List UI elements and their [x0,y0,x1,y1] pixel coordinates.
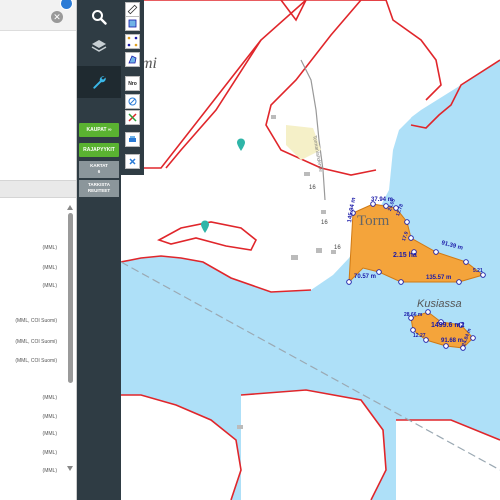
tools-button[interactable] [77,66,121,98]
wrench-icon [93,76,106,89]
measure-tool-strip: Nro [121,0,144,175]
land-area [241,390,386,500]
layers-icon [91,40,107,52]
measurement-label: 91.68 m [441,338,464,344]
source-attribution: (MML) [42,450,57,456]
source-attribution: (MML, COI Suomi) [15,358,57,364]
measurement-label: 135.57 m [426,275,452,281]
tarkista-sub-label: REUITEET [87,188,111,193]
disable-icon [128,97,137,106]
close-icon [129,158,136,165]
results-panel: ✕ (MML) (MML) (MML) (MML, COI Suomi) (MM… [0,0,77,500]
scroll-down-arrow-icon[interactable] [67,466,73,471]
square-icon [128,19,137,28]
move-tool-button[interactable] [125,34,140,49]
kartat-button[interactable]: KARTAT 6 [79,161,119,178]
source-attribution: (MML) [42,395,57,401]
map-canvas[interactable] [121,0,500,500]
measurement-label: 5.21 [473,268,483,274]
tarkista-button[interactable]: TARKISTA REUITEET [79,180,119,197]
measurement-label: 70.57 m [354,274,377,280]
close-tool-button[interactable] [125,154,140,169]
source-attribution: (MML) [42,265,57,271]
print-icon [129,136,136,142]
land-area [396,420,500,500]
source-attribution: (MML, COI Suomi) [15,339,57,345]
panel-divider [0,180,76,198]
house-number: 16 [321,220,328,226]
place-label: Kusiassa [417,298,462,310]
number-tool-button[interactable]: Nro [125,76,140,91]
scroll-up-arrow-icon[interactable] [67,205,73,210]
disable-tool-button[interactable] [125,94,140,109]
land-area [121,395,241,500]
panel-header: ✕ [0,0,76,31]
color-icon [128,113,137,122]
kartat-count: 6 [97,169,101,174]
source-attribution: (MML) [42,431,57,437]
source-attribution: (MML) [42,245,57,251]
scrollbar-thumb[interactable] [68,213,73,383]
kaupat-button[interactable]: KAUPAT ∞ [79,123,119,137]
house-number: 16 [309,185,316,191]
move-icon [127,36,138,47]
source-attribution: (MML, COI Suomi) [15,318,57,324]
polygon-icon [128,55,137,64]
main-toolbar: KAUPAT ∞ RAJAPYYKIT KARTAT 6 TARKISTA RE… [77,0,121,500]
measurement-label: 12.27 [413,333,426,339]
measurement-label: 28.66 m [404,312,423,318]
house-number: 16 [334,245,341,251]
location-pin-icon[interactable] [236,138,246,152]
color-tool-button[interactable] [125,110,140,125]
ruler-icon [127,4,138,15]
parcel-area-label: 1499.6 m2 [431,322,465,329]
rajapyykit-button[interactable]: RAJAPYYKIT [79,143,119,157]
print-tool-button[interactable] [125,132,140,147]
parcel-area-label: 2.15 ha [393,252,417,259]
status-dot-icon [60,0,73,10]
map-view[interactable]: mi Torm Kusiassa Tormanlahdentie 16 16 1… [121,0,500,500]
polygon-tool-button[interactable] [125,52,140,67]
place-label: Torm [357,213,390,229]
ruler-tool-button[interactable] [125,2,140,17]
source-attribution: (MML) [42,283,57,289]
search-icon [92,10,107,25]
source-attribution: (MML) [42,468,57,474]
layers-button[interactable] [77,29,121,63]
nro-icon: Nro [128,80,137,87]
location-pin-icon[interactable] [200,220,210,234]
close-icon[interactable]: ✕ [51,11,63,23]
area-tool-button[interactable] [125,16,140,31]
source-attribution: (MML) [42,414,57,420]
